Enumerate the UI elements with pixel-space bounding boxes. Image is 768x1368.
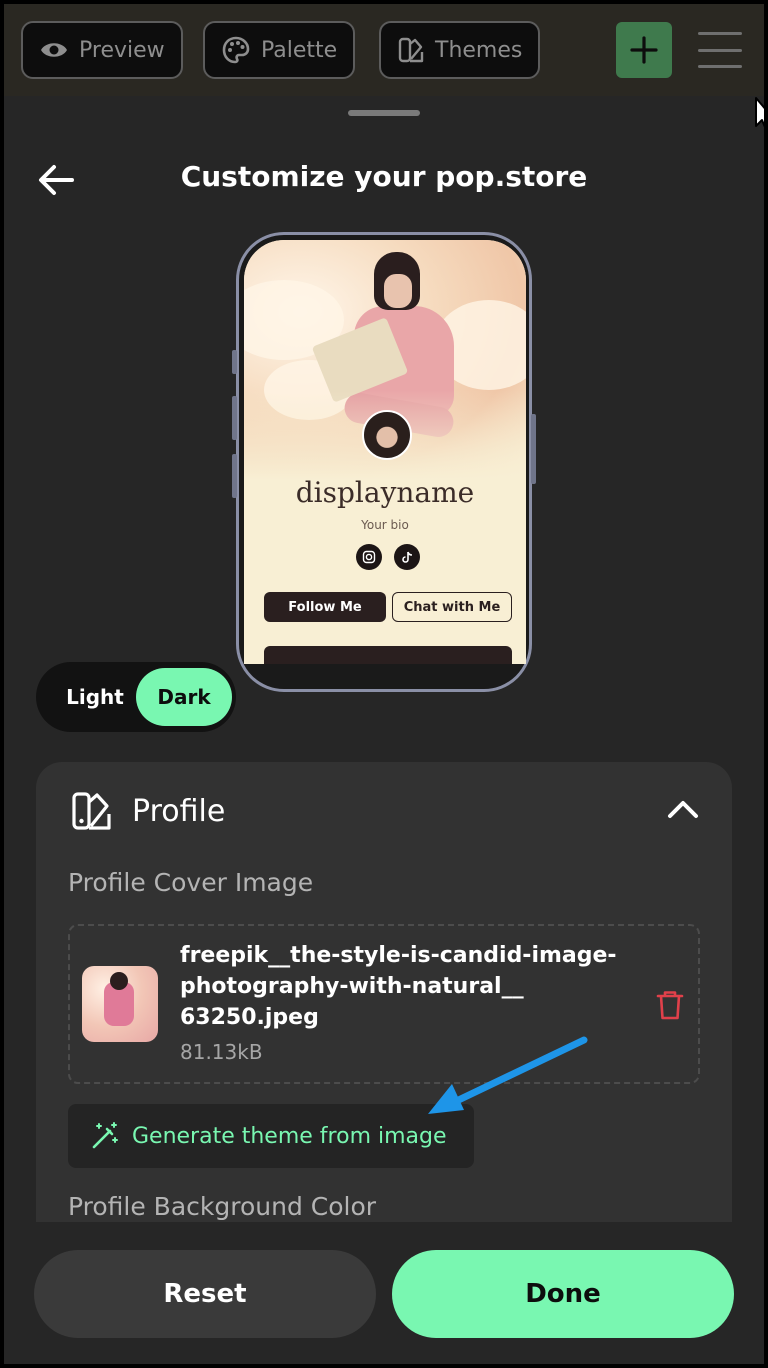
palette-icon xyxy=(222,36,250,64)
display-name: displayname xyxy=(295,476,475,509)
preview-label: Preview xyxy=(79,37,165,63)
panel-title: Profile xyxy=(132,794,226,829)
profile-panel: Profile Profile Cover Image freepik_​_​t… xyxy=(36,762,732,1232)
file-name: freepik_​_​the-​style-​is-​candid-​image… xyxy=(180,943,617,1030)
magic-wand-icon xyxy=(92,1122,118,1149)
page-title: Customize your pop.store xyxy=(180,160,588,193)
phone-button xyxy=(232,454,237,498)
preview-link-bar xyxy=(264,646,512,664)
dark-mode-option[interactable]: Dark xyxy=(136,668,232,726)
phone-button xyxy=(232,396,237,440)
trash-icon[interactable] xyxy=(654,988,686,1022)
done-button[interactable]: Done xyxy=(392,1250,734,1338)
drag-handle[interactable] xyxy=(348,110,420,116)
annotation-arrow xyxy=(428,1036,588,1114)
instagram-icon xyxy=(356,544,382,570)
hamburger-menu-icon[interactable] xyxy=(698,32,742,68)
background-color-label: Profile Background Color xyxy=(68,1192,377,1221)
palette-label: Palette xyxy=(261,37,338,63)
phone-button xyxy=(232,350,237,374)
palette-button[interactable]: Palette xyxy=(203,21,356,79)
file-size: 81.13kB xyxy=(180,1040,263,1064)
add-button[interactable] xyxy=(616,22,672,78)
cover-image-upload[interactable]: freepik_​_​the-​style-​is-​candid-​image… xyxy=(68,924,700,1084)
eye-icon xyxy=(41,43,67,57)
generate-theme-button[interactable]: Generate theme from image xyxy=(68,1104,474,1168)
plus-icon xyxy=(630,36,658,64)
bottom-action-bar: Reset Done xyxy=(4,1222,764,1364)
chat-with-me-button: Chat with Me xyxy=(392,592,512,622)
light-mode-option[interactable]: Light xyxy=(46,668,144,726)
theme-mode-toggle: Light Dark xyxy=(36,662,236,732)
phone-button xyxy=(531,414,536,484)
generate-theme-label: Generate theme from image xyxy=(132,1123,447,1149)
cover-thumbnail xyxy=(82,966,158,1042)
reset-button[interactable]: Reset xyxy=(34,1250,376,1338)
phone-screen: displayname Your bio Follow Me Chat with… xyxy=(244,240,526,664)
bio-text: Your bio xyxy=(361,518,409,532)
themes-button[interactable]: Themes xyxy=(379,21,541,79)
mouse-cursor-icon xyxy=(755,97,764,128)
tiktok-icon xyxy=(394,544,420,570)
top-toolbar: Preview Palette Themes xyxy=(4,4,764,96)
themes-icon xyxy=(72,792,111,830)
themes-label: Themes xyxy=(435,37,523,63)
cover-image-label: Profile Cover Image xyxy=(68,868,314,897)
chevron-up-icon[interactable] xyxy=(666,796,700,822)
avatar xyxy=(362,410,412,460)
follow-me-button: Follow Me xyxy=(264,592,386,622)
preview-button[interactable]: Preview xyxy=(21,21,183,79)
app-frame: Preview Palette Themes Customize your po… xyxy=(4,4,764,1364)
themes-icon xyxy=(398,37,424,63)
